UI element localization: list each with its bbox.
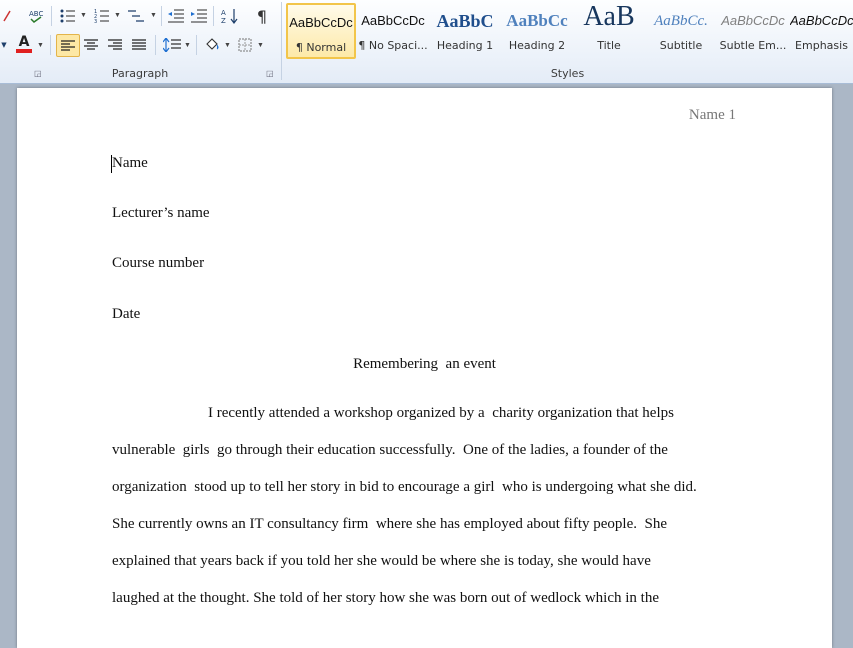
style-name: Emphasis <box>795 39 848 52</box>
style-normal[interactable]: AaBbCcDc ¶ Normal <box>286 3 356 59</box>
paragraph-dialog-launcher-icon[interactable]: ◲ <box>266 70 274 78</box>
style-name: Subtle Em... <box>719 39 787 52</box>
shading-button[interactable] <box>202 34 222 55</box>
ribbon: ABC ▼ 123 ▼ ▼ AZ ¶ ▼ A ▼ ▼ ▼ ▼ Paragraph… <box>0 0 853 84</box>
multilevel-list-icon[interactable] <box>126 6 148 26</box>
toolbar-divider <box>155 35 156 55</box>
style-name: ¶ No Spaci... <box>358 39 428 52</box>
style-heading-1[interactable]: AaBbC Heading 1 <box>430 3 500 59</box>
svg-text:ABC: ABC <box>29 10 43 18</box>
style-name: Title <box>597 39 621 52</box>
style-sample: AaBbC <box>436 11 494 31</box>
svg-text:Z: Z <box>221 17 226 24</box>
toolbar-divider <box>213 6 214 26</box>
doc-line-course: Course number <box>112 255 205 271</box>
toolbar-divider <box>50 35 51 55</box>
style-title[interactable]: AaB Title <box>574 3 644 59</box>
toolbar-divider <box>196 35 197 55</box>
styles-gallery: AaBbCcDc ¶ Normal AaBbCcDc ¶ No Spaci...… <box>286 3 853 61</box>
style-sample: AaBbCcDc <box>289 15 353 30</box>
highlight-dropdown-icon[interactable]: ▼ <box>0 35 8 55</box>
align-right-button[interactable] <box>104 34 126 55</box>
toolbar-divider <box>51 6 52 26</box>
style-sample: AaBbCcDc <box>721 13 785 28</box>
increase-indent-icon[interactable] <box>189 6 209 26</box>
style-subtitle[interactable]: AaBbCc. Subtitle <box>646 3 716 59</box>
toolbar-divider <box>161 6 162 26</box>
line-spacing-button[interactable] <box>161 34 183 55</box>
style-emphasis[interactable]: AaBbCcDc Emphasis <box>790 3 853 59</box>
style-sample: AaBbCcDc <box>790 13 853 28</box>
style-name: ¶ Normal <box>295 41 347 54</box>
sort-icon[interactable]: AZ <box>219 6 241 26</box>
borders-dropdown-icon[interactable]: ▼ <box>257 42 264 49</box>
style-sample: AaBbCcDc <box>361 13 425 28</box>
styles-group-label: Styles <box>550 67 585 80</box>
style-name: Heading 2 <box>508 39 566 52</box>
align-center-icon <box>84 38 98 50</box>
show-formatting-marks-icon[interactable]: ¶ <box>252 5 272 27</box>
style-sample: AaBbCc. <box>654 13 708 29</box>
align-right-icon <box>108 38 122 50</box>
paint-bucket-icon <box>206 37 219 50</box>
paragraph-group-label: Paragraph <box>111 67 169 80</box>
font-dialog-launcher-icon[interactable]: ◲ <box>34 70 42 78</box>
bullets-dropdown-icon[interactable]: ▼ <box>80 12 87 19</box>
decrease-indent-icon[interactable] <box>166 6 186 26</box>
paragraph-group: ABC ▼ 123 ▼ ▼ AZ ¶ ▼ A ▼ ▼ ▼ ▼ Paragraph… <box>0 0 280 83</box>
doc-title: Remembering an event <box>353 356 496 372</box>
style-name: Subtitle <box>659 39 703 52</box>
doc-line-date: Date <box>112 306 141 322</box>
body-line: organization stood up to tell her story … <box>112 479 697 495</box>
style-no-spacing[interactable]: AaBbCcDc ¶ No Spaci... <box>358 3 428 59</box>
style-subtle-emphasis[interactable]: AaBbCcDc Subtle Em... <box>718 3 788 59</box>
body-line: I recently attended a workshop organized… <box>208 405 674 421</box>
line-spacing-icon <box>163 37 181 52</box>
shading-dropdown-icon[interactable]: ▼ <box>224 42 231 49</box>
body-line: vulnerable girls go through their educat… <box>112 442 668 458</box>
borders-button[interactable] <box>235 34 255 55</box>
align-left-button[interactable] <box>56 34 80 57</box>
font-color-dropdown-icon[interactable]: ▼ <box>37 42 44 49</box>
align-left-icon <box>61 39 75 51</box>
font-color-swatch <box>16 49 32 53</box>
line-spacing-dropdown-icon[interactable]: ▼ <box>184 42 191 49</box>
doc-line-lecturer: Lecturer’s name <box>112 205 210 221</box>
bullets-icon[interactable] <box>58 6 78 26</box>
page-header: Name 1 <box>688 107 736 123</box>
style-heading-2[interactable]: AaBbCc Heading 2 <box>502 3 572 59</box>
font-color-button[interactable]: A <box>14 33 34 55</box>
body-line: laughed at the thought. She told of her … <box>112 590 659 606</box>
font-color-icon: A <box>18 34 30 50</box>
document-area: Name 1 Name Lecturer’s name Course numbe… <box>0 84 853 648</box>
justify-button[interactable] <box>128 34 150 55</box>
body-line: explained that years back if you told he… <box>112 553 651 569</box>
numbering-dropdown-icon[interactable]: ▼ <box>114 12 121 19</box>
doc-line-name: Name <box>112 155 148 171</box>
style-name: Heading 1 <box>436 39 494 52</box>
numbering-icon[interactable]: 123 <box>92 6 112 26</box>
body-line: She currently owns an IT consultancy fir… <box>112 516 667 532</box>
svg-text:A: A <box>221 9 226 17</box>
style-sample: AaBbCc <box>506 11 568 30</box>
align-center-button[interactable] <box>80 34 102 55</box>
document-page[interactable]: Name 1 Name Lecturer’s name Course numbe… <box>17 88 832 648</box>
style-sample: AaB <box>583 3 635 32</box>
clear-formatting-icon[interactable] <box>0 6 14 26</box>
justify-icon <box>132 38 146 50</box>
svg-text:3: 3 <box>94 19 97 23</box>
spelling-check-icon[interactable]: ABC <box>26 6 46 26</box>
multilevel-list-dropdown-icon[interactable]: ▼ <box>150 12 157 19</box>
borders-icon <box>238 38 252 51</box>
